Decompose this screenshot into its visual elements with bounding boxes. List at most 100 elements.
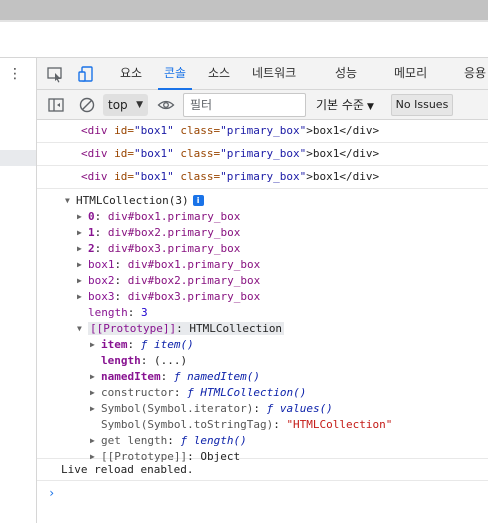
entry-key: 1 <box>88 226 95 239</box>
live-reload-text: Live reload enabled. <box>61 463 194 476</box>
attr-value: "box1" <box>134 124 174 137</box>
member-key: Symbol(Symbol.toStringTag) <box>101 418 274 431</box>
entry-value: div#box3.primary_box <box>107 242 241 255</box>
entry-key: 2 <box>88 242 95 255</box>
function-symbol: ƒ <box>266 402 274 415</box>
proto-member-item[interactable]: ▶ item: ƒ item() <box>90 337 194 353</box>
member-value: "HTMLCollection" <box>286 418 393 431</box>
more-options-icon[interactable]: ⋮ <box>8 66 22 82</box>
attr-value: "box1" <box>134 170 174 183</box>
length-value: 3 <box>141 306 148 319</box>
browser-top-strip <box>0 0 488 20</box>
log-levels-label: 기본 수준 <box>316 98 364 112</box>
attr-name: class= <box>180 147 221 160</box>
console-message[interactable]: <div id="box1" class="primary_box">box1<… <box>37 143 488 166</box>
collection-entry[interactable]: ▶ box1: div#box1.primary_box <box>77 257 260 273</box>
collapsed-triangle-icon: ▶ <box>77 228 82 237</box>
attr-value: "primary_box" <box>220 170 307 183</box>
collection-entry[interactable]: ▶ box2: div#box2.primary_box <box>77 273 260 289</box>
proto-member-iterator[interactable]: ▶ Symbol(Symbol.iterator): ƒ values() <box>90 401 333 417</box>
info-icon[interactable]: i <box>192 195 204 206</box>
entry-value: div#box3.primary_box <box>127 290 261 303</box>
function-symbol: ƒ <box>140 338 148 351</box>
member-fn: values() <box>279 402 333 415</box>
tab-elements[interactable]: 요소 <box>120 58 142 90</box>
tab-console[interactable]: 콘솔 <box>157 58 193 90</box>
collapsed-triangle-icon: ▶ <box>77 292 82 301</box>
proto-member-getlength[interactable]: ▶ get length: ƒ length() <box>90 433 247 449</box>
entry-value: div#box2.primary_box <box>127 274 261 287</box>
collapsed-triangle-icon: ▶ <box>77 212 82 221</box>
context-selector[interactable]: top ▼ <box>103 94 148 116</box>
tab-application[interactable]: 응용 <box>464 58 486 90</box>
object-header[interactable]: ▼ HTMLCollection(3) i <box>65 193 204 209</box>
member-key: length <box>101 354 141 367</box>
tag-open: <div <box>81 147 115 160</box>
object-title: HTMLCollection(3) <box>76 194 189 207</box>
filter-input[interactable]: 필터 <box>183 93 306 117</box>
tag-content: >box1</div> <box>306 124 380 137</box>
expanded-triangle-icon: ▼ <box>77 324 82 333</box>
proto-member-length[interactable]: length: (...) <box>101 353 187 369</box>
entry-key: box3 <box>88 290 115 303</box>
attr-value: "primary_box" <box>220 147 307 160</box>
entry-key: box1 <box>88 258 115 271</box>
tag-content: >box1</div> <box>306 147 380 160</box>
length-property: length: 3 <box>88 306 148 319</box>
member-key: constructor <box>101 386 174 399</box>
collection-entry[interactable]: ▶ 1: div#box2.primary_box <box>77 225 240 241</box>
collapsed-triangle-icon: ▶ <box>77 276 82 285</box>
live-reload-message: Live reload enabled. <box>37 459 488 481</box>
clear-console-icon[interactable] <box>78 96 96 114</box>
tag-open: <div <box>81 124 115 137</box>
caret-down-icon: ▼ <box>366 102 374 112</box>
collection-entry[interactable]: ▶ 2: div#box3.primary_box <box>77 241 240 257</box>
live-expression-eye-icon[interactable] <box>157 96 175 114</box>
collection-entry[interactable]: ▶ box3: div#box3.primary_box <box>77 289 260 305</box>
collection-entry[interactable]: ▶ 0: div#box1.primary_box <box>77 209 240 225</box>
console-prompt-icon[interactable]: › <box>48 486 55 500</box>
expanded-triangle-icon: ▼ <box>65 196 70 205</box>
attr-name: id= <box>114 124 134 137</box>
attr-name: class= <box>180 124 221 137</box>
left-pane-selected-row[interactable] <box>0 150 36 166</box>
function-symbol: ƒ <box>187 386 194 399</box>
tab-sources[interactable]: 소스 <box>208 58 230 90</box>
htmlcollection-object: ▼ HTMLCollection(3) i ▶ 0: div#box1.primary… <box>37 189 488 463</box>
device-toolbar-icon[interactable] <box>78 65 96 83</box>
entry-key: box2 <box>88 274 115 287</box>
inspect-element-icon[interactable] <box>46 65 64 83</box>
tab-performance[interactable]: 성능 <box>335 58 357 90</box>
log-levels-dropdown[interactable]: 기본 수준 ▼ <box>316 94 374 116</box>
sidebar-toggle-icon[interactable] <box>47 96 65 114</box>
proto-member-constructor[interactable]: ▶ constructor: ƒ HTMLCollection() <box>90 385 306 401</box>
proto-member-nameditem[interactable]: ▶ namedItem: ƒ namedItem() <box>90 369 260 385</box>
entry-value: div#box1.primary_box <box>127 258 261 271</box>
collapsed-triangle-icon: ▶ <box>90 388 95 397</box>
entry-key: 0 <box>88 210 95 223</box>
tab-memory[interactable]: 메모리 <box>394 58 427 90</box>
tag-content: >box1</div> <box>306 170 380 183</box>
attr-value: "box1" <box>134 147 174 160</box>
collapsed-triangle-icon: ▶ <box>77 260 82 269</box>
member-key: get length <box>101 434 168 447</box>
proto-member-tostringtag: Symbol(Symbol.toStringTag): "HTMLCollect… <box>101 418 393 431</box>
attr-name: class= <box>180 170 221 183</box>
attr-value: "primary_box" <box>220 124 307 137</box>
collapsed-triangle-icon: ▶ <box>77 244 82 253</box>
member-fn: HTMLCollection() <box>200 386 307 399</box>
context-label: top <box>108 98 128 112</box>
member-key: Symbol(Symbol.iterator) <box>101 402 254 415</box>
entry-value: div#box2.primary_box <box>107 226 241 239</box>
tab-network[interactable]: 네트워크 <box>252 58 296 90</box>
chevron-down-icon: ▼ <box>136 100 143 110</box>
console-message[interactable]: <div id="box1" class="primary_box">box1<… <box>37 120 488 143</box>
collapsed-triangle-icon: ▶ <box>90 436 95 445</box>
left-pane: ⋮ <box>0 58 37 523</box>
member-key: namedItem <box>101 370 161 383</box>
devtools-panel: 요소 콘솔 소스 네트워크 성능 메모리 응용 top ▼ 필터 기본 수준 ▼… <box>37 58 488 523</box>
collapsed-triangle-icon: ▶ <box>90 372 95 381</box>
issues-button[interactable]: No Issues <box>391 94 453 116</box>
console-message[interactable]: <div id="box1" class="primary_box">box1<… <box>37 166 488 189</box>
prototype-entry[interactable]: ▼ [[Prototype]]: HTMLCollection <box>77 321 285 337</box>
